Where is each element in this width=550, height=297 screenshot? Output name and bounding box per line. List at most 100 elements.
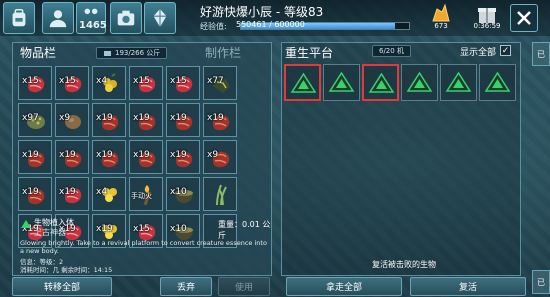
item-subtitle: 上古神器 <box>34 228 66 237</box>
respawn-count: 6/20 机 <box>372 45 411 57</box>
platform-6[interactable] <box>479 64 516 101</box>
respawn-status: 复活被击败的生物 <box>372 260 436 269</box>
inventory-slot[interactable]: x19 <box>18 177 52 211</box>
slot-quantity: x10 <box>170 187 187 197</box>
glowing-triangle-icon <box>368 72 395 93</box>
take-all-button[interactable]: 拿走全部 <box>286 277 402 296</box>
inventory-slot[interactable]: x19 <box>203 103 237 137</box>
inventory-slot[interactable] <box>203 177 237 211</box>
platform-3[interactable] <box>362 64 399 101</box>
weight-icon <box>104 51 111 56</box>
slot-quantity: x9 <box>207 150 219 160</box>
inventory-slot[interactable]: x19 <box>166 140 200 174</box>
side-tab-top[interactable]: 已 <box>532 42 550 66</box>
use-button[interactable]: 使用 <box>218 277 270 296</box>
inventory-slot[interactable]: x19 <box>129 103 163 137</box>
slot-quantity: x15 <box>59 76 76 86</box>
inventory-slot[interactable]: x9 <box>203 140 237 174</box>
slot-tag: 手动火 <box>131 192 152 200</box>
platform-2[interactable] <box>323 64 360 101</box>
slot-quantity: x19 <box>133 150 150 160</box>
inventory-slot[interactable]: x10 <box>166 177 200 211</box>
inventory-weight: 193/266 公斤 <box>96 47 168 59</box>
slot-quantity: x19 <box>96 150 113 160</box>
character-button[interactable] <box>42 2 74 34</box>
xp-text: 550461 / 600000 <box>236 20 305 29</box>
check-mark-icon: ✓ <box>501 45 510 56</box>
slot-quantity: x97 <box>22 113 39 123</box>
tribe-button[interactable]: 1465 <box>76 2 107 34</box>
drop-button[interactable]: 丢弃 <box>160 277 212 296</box>
artifact-button[interactable] <box>144 2 176 34</box>
slot-quantity: x77 <box>207 76 224 86</box>
slot-quantity: x19 <box>170 113 187 123</box>
platform-1[interactable] <box>284 64 321 101</box>
inventory-slot[interactable]: x4 <box>92 66 126 100</box>
person-icon <box>49 10 67 28</box>
platform-4[interactable] <box>401 64 438 101</box>
slot-quantity: x19 <box>133 113 150 123</box>
player-name: 好游快爆小辰 - 等级83 <box>200 5 324 19</box>
respawn-title: 重生平台 <box>285 46 334 60</box>
inventory-slot[interactable]: x19 <box>129 140 163 174</box>
inventory-slot[interactable]: x19 <box>55 177 89 211</box>
close-icon <box>517 11 531 25</box>
glowing-triangle-icon <box>484 71 511 92</box>
platform-5[interactable] <box>440 64 477 101</box>
slot-quantity: x19 <box>96 113 113 123</box>
slot-quantity: x15 <box>170 76 187 86</box>
slot-quantity: x4 <box>96 187 108 197</box>
inventory-slot[interactable]: x19 <box>92 103 126 137</box>
resource-1-value: 673 <box>434 22 448 30</box>
slot-quantity: x9 <box>59 113 71 123</box>
inventory-slot[interactable]: x15 <box>166 66 200 100</box>
tab-inventory[interactable]: 物品栏 <box>20 44 56 61</box>
inventory-slot[interactable]: x9 <box>55 103 89 137</box>
close-button[interactable] <box>510 4 538 32</box>
inventory-slot[interactable]: x19 <box>166 103 200 137</box>
item-time-line: 消耗时间：几 剩余时间：14:15 <box>20 266 113 274</box>
show-all-label: 显示全部 <box>460 48 497 58</box>
camera-map-icon <box>117 10 135 26</box>
map-button[interactable] <box>110 2 142 34</box>
gift-timer[interactable]: 0:36:59 <box>470 3 504 33</box>
inventory-slot[interactable]: x15 <box>129 66 163 100</box>
slot-quantity: x19 <box>207 113 224 123</box>
backpack-icon <box>12 9 26 27</box>
slot-quantity: x19 <box>22 187 39 197</box>
slot-quantity: x4 <box>96 76 108 86</box>
inventory-slot[interactable]: x77 <box>203 66 237 100</box>
glowing-triangle-icon <box>290 72 317 93</box>
inventory-slot[interactable]: x15 <box>18 66 52 100</box>
revive-button[interactable]: 复活 <box>410 277 526 296</box>
element-resource[interactable]: 673 <box>424 3 458 33</box>
item-info: 生物植入体 上古神器 重量：0.01 公斤 Glowing brightly. … <box>18 215 272 274</box>
inventory-button[interactable] <box>3 2 35 34</box>
xp-label: 经验值: <box>200 22 227 31</box>
inventory-slot[interactable]: x4 <box>92 177 126 211</box>
side-tab-bottom[interactable]: 已 <box>532 270 550 294</box>
inventory-weight-value: 193/266 公斤 <box>115 49 161 57</box>
inventory-slot[interactable]: x19 <box>92 140 126 174</box>
show-all-checkbox[interactable]: ✓ <box>500 45 511 56</box>
item-weight: 重量：0.01 公斤 <box>218 220 271 240</box>
inventory-slot[interactable]: x97 <box>18 103 52 137</box>
inventory-slot[interactable]: x15 <box>55 66 89 100</box>
item-description: Glowing brightly. Take to a revival plat… <box>20 239 267 255</box>
crystal-icon <box>153 8 167 28</box>
glowing-triangle-icon <box>445 71 472 92</box>
inventory-slot[interactable]: x19 <box>18 140 52 174</box>
tab-crafting[interactable]: 制作栏 <box>205 44 241 61</box>
glowing-triangle-icon <box>406 71 433 92</box>
slot-quantity: x15 <box>133 76 150 86</box>
top-bar: 1465 好游快爆小辰 - 等级83 经验值: 550461 / 600000 … <box>0 0 550 36</box>
resource-2-value: 0:36:59 <box>473 22 501 30</box>
transfer-all-button[interactable]: 转移全部 <box>12 277 112 296</box>
slot-quantity: x19 <box>59 187 76 197</box>
tribe-count: 1465 <box>79 20 107 31</box>
glowing-triangle-icon <box>328 71 355 92</box>
slot-quantity: x15 <box>22 76 39 86</box>
slot-quantity: x19 <box>22 150 39 160</box>
inventory-slot[interactable]: x19 <box>55 140 89 174</box>
inventory-slot[interactable]: 手动火 <box>129 177 163 211</box>
